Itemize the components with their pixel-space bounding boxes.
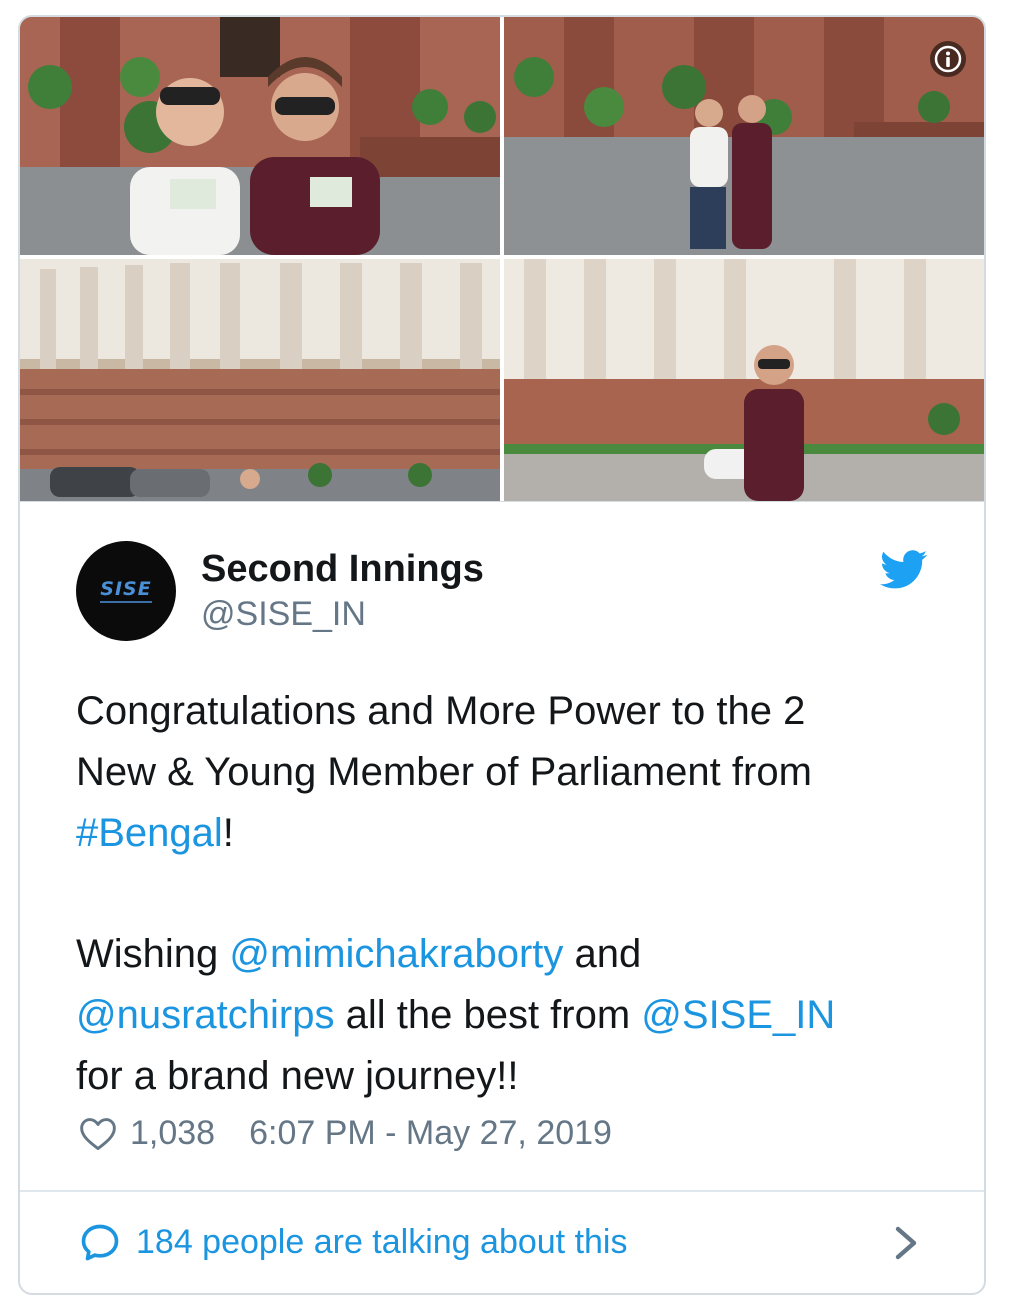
like-button[interactable]: 1,038 [78, 1114, 215, 1153]
tweet-text-fragment: ! [222, 811, 234, 855]
tweet-text-line: Wishing @mimichakraborty and [76, 924, 956, 985]
photo-grid [20, 17, 984, 501]
avatar-logo-underline [100, 600, 152, 603]
like-count: 1,038 [130, 1113, 216, 1152]
tweet-text: Congratulations and More Power to the 2 … [76, 681, 956, 1107]
photo-2[interactable] [504, 17, 984, 255]
tweet-text-line: Congratulations and More Power to the 2 [76, 689, 806, 733]
timestamp[interactable]: 6:07 PM - May 27, 2019 [249, 1114, 612, 1153]
conversation-link[interactable]: 184 people are talking about this [20, 1192, 984, 1293]
chevron-right-icon[interactable] [892, 1225, 920, 1261]
media-divider [20, 501, 984, 502]
tweet-text-line: #Bengal! [76, 803, 956, 864]
mention-nusratchirps-link[interactable]: @nusratchirps [76, 993, 334, 1037]
tweet-text-fragment: Wishing [76, 932, 230, 976]
heart-icon [80, 1118, 116, 1151]
tweet-meta: 1,038 6:07 PM - May 27, 2019 [78, 1111, 612, 1155]
author-handle[interactable]: @SISE_IN [201, 594, 366, 634]
tweet-text-fragment: all the best from [334, 993, 642, 1037]
hashtag-bengal-link[interactable]: #Bengal [76, 811, 223, 855]
tweet-text-line: New & Young Member of Parliament from [76, 750, 812, 794]
photo-1[interactable] [20, 17, 500, 255]
conversation-count-text: 184 people are talking about this [136, 1223, 628, 1261]
twitter-bird-icon[interactable] [880, 550, 928, 590]
mention-sise-in-link[interactable]: @SISE_IN [641, 993, 835, 1037]
avatar-logo: SISE [100, 577, 152, 600]
tweet-text-line: @nusratchirps all the best from @SISE_IN [76, 985, 956, 1046]
mention-mimichakraborty-link[interactable]: @mimichakraborty [229, 932, 563, 976]
tweet-card: SISE Second Innings @SISE_IN Congratulat… [18, 15, 986, 1295]
tweet-text-line: for a brand new journey!! [76, 1054, 519, 1098]
photo-3[interactable] [20, 259, 500, 501]
author-name[interactable]: Second Innings [201, 547, 484, 591]
avatar[interactable]: SISE [76, 541, 176, 641]
speech-bubble-icon [81, 1224, 119, 1260]
info-icon[interactable] [930, 41, 966, 77]
photo-4[interactable] [504, 259, 984, 501]
tweet-text-fragment: and [563, 932, 642, 976]
